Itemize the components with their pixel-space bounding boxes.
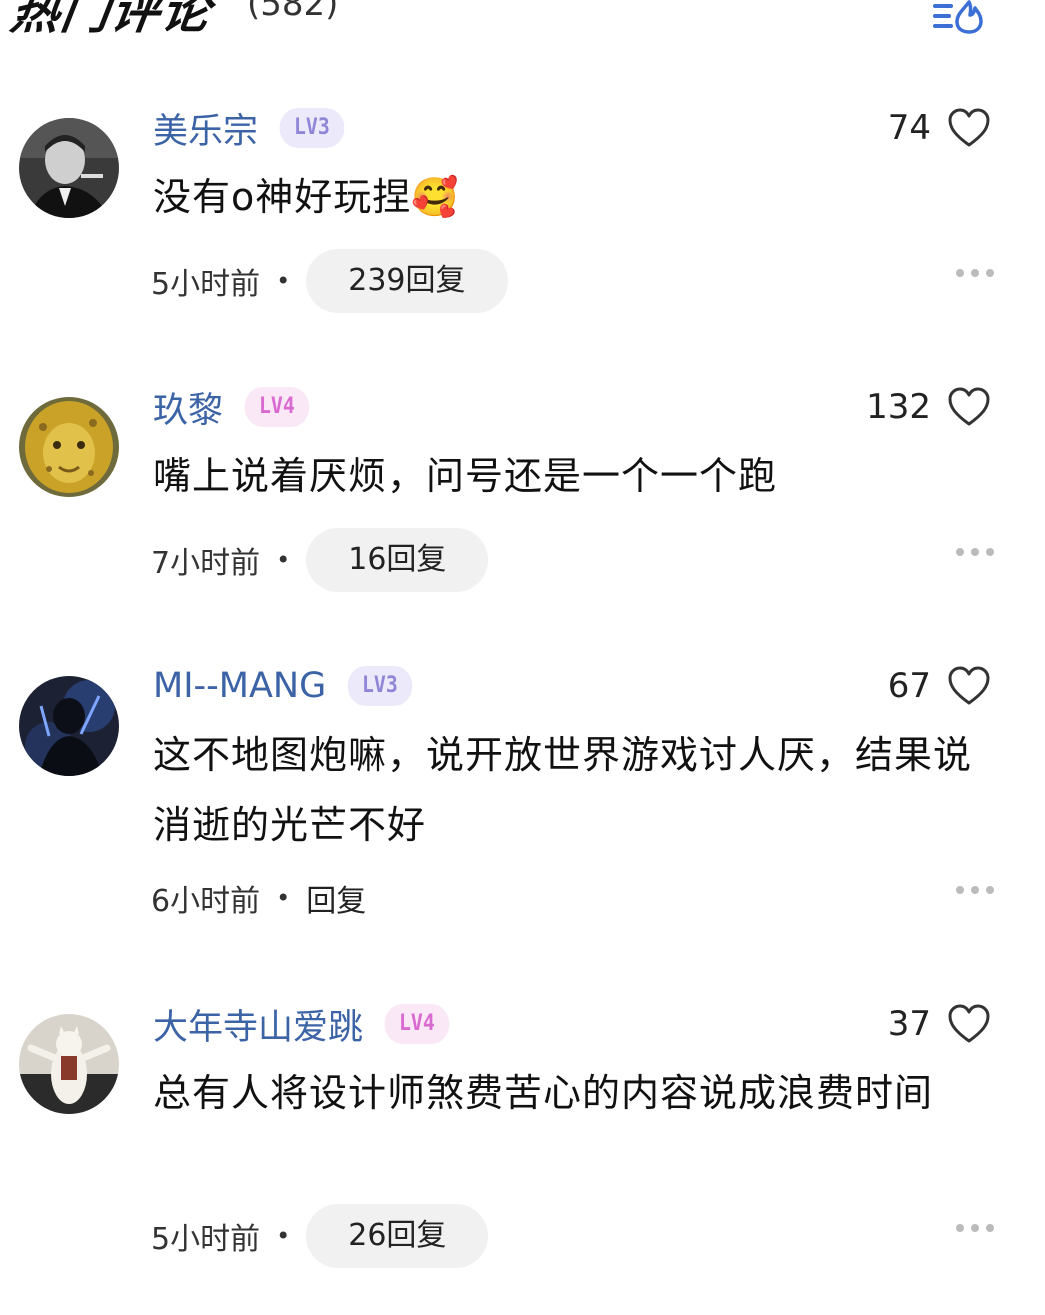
heart-outline-icon	[948, 387, 990, 426]
sort-hot-icon[interactable]	[933, 0, 987, 34]
more-dots-icon[interactable]	[955, 885, 995, 895]
separator-dot: •	[276, 884, 291, 912]
comment-time: 5小时前	[151, 267, 261, 302]
comment-text: 嘴上说着厌烦，问号还是一个一个跑	[153, 454, 778, 498]
like-count: 132	[866, 387, 931, 427]
section-title: 热门评论	[7, 0, 216, 40]
comment-time: 5小时前	[151, 1222, 261, 1257]
avatar[interactable]	[19, 118, 119, 218]
avatar[interactable]	[19, 676, 119, 776]
heart-outline-icon	[948, 1004, 990, 1043]
separator-dot: •	[276, 1222, 291, 1250]
reply-button[interactable]: 回复	[306, 876, 366, 920]
more-dots-icon[interactable]	[955, 547, 995, 557]
reply-button[interactable]: 239回复	[306, 249, 508, 313]
comment-text: 总有人将设计师煞费苦心的内容说成浪费时间	[153, 1071, 934, 1115]
username[interactable]: 大年寺山爱跳	[153, 999, 363, 1050]
like-count: 74	[887, 108, 931, 148]
comments-header: 热门评论 (582)	[7, 0, 1045, 40]
comment-meta: 6小时前 • 回复	[151, 866, 366, 930]
separator-dot: •	[276, 267, 291, 295]
more-dots-icon[interactable]	[955, 268, 995, 278]
comment-text: 这不地图炮嘛，说开放世界游戏讨人厌，结果说消逝的光芒不好	[153, 733, 973, 847]
like-button[interactable]: 37	[888, 1000, 991, 1048]
username[interactable]: 美乐宗	[153, 103, 258, 154]
separator-dot: •	[276, 546, 291, 574]
heart-outline-icon	[948, 108, 990, 147]
comment-meta: 7小时前 • 16回复	[151, 528, 489, 592]
comment-text: 没有o神好玩捏🥰	[153, 175, 460, 219]
like-count: 67	[887, 666, 931, 706]
level-badge: LV4	[244, 387, 310, 427]
username-row: 玖黎 LV4	[153, 383, 313, 431]
like-button[interactable]: 67	[888, 662, 991, 710]
username-row: 大年寺山爱跳 LV4	[153, 1000, 453, 1048]
comment-count: (582)	[247, 0, 339, 24]
level-badge: LV3	[347, 666, 413, 706]
level-badge: LV3	[279, 108, 345, 148]
like-count: 37	[887, 1004, 931, 1044]
comments-page: 热门评论 (582) 美乐宗 LV3 74 没有o神好玩捏🥰 5小时前 • 23…	[0, 0, 1045, 1315]
comment-meta: 5小时前 • 239回复	[151, 249, 508, 313]
reply-button[interactable]: 16回复	[306, 528, 489, 592]
more-dots-icon[interactable]	[955, 1223, 995, 1233]
like-button[interactable]: 132	[866, 383, 991, 431]
username-row: 美乐宗 LV3	[153, 104, 348, 152]
reply-button[interactable]: 26回复	[306, 1204, 489, 1268]
avatar[interactable]	[19, 397, 119, 497]
level-badge: LV4	[384, 1004, 450, 1044]
comment-time: 6小时前	[151, 884, 261, 919]
like-button[interactable]: 74	[888, 104, 991, 152]
comment-time: 7小时前	[151, 546, 261, 581]
username[interactable]: MI--MANG	[153, 666, 326, 706]
avatar[interactable]	[19, 1014, 119, 1114]
heart-outline-icon	[948, 666, 990, 705]
comment-meta: 5小时前 • 26回复	[151, 1204, 489, 1268]
username-row: MI--MANG LV3	[153, 662, 416, 710]
username[interactable]: 玖黎	[153, 382, 223, 433]
